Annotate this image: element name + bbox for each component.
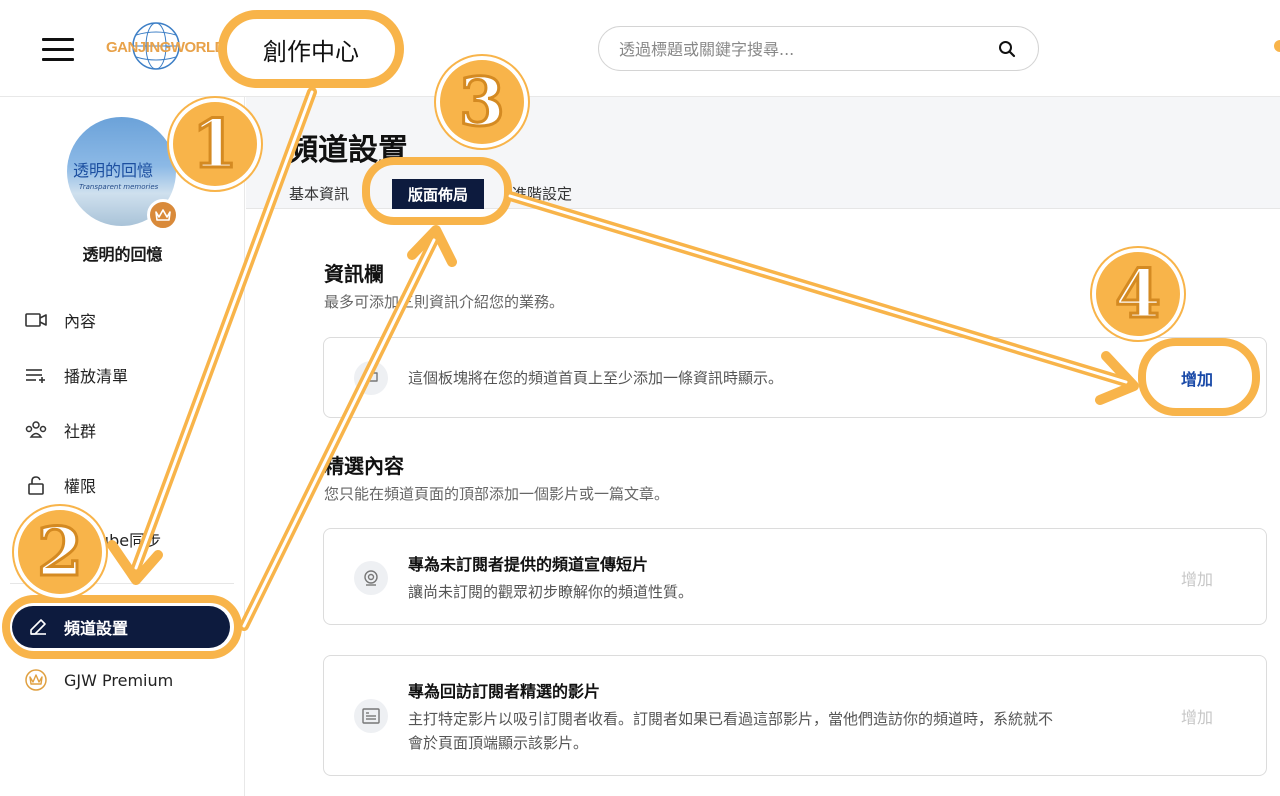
info-card-text: 這個板塊將在您的頻道首頁上至少添加一條資訊時顯示。	[408, 369, 784, 387]
site-logo[interactable]: GANJINGWORLD	[106, 22, 226, 72]
info-icon	[354, 361, 388, 395]
page-title: 頻道設置	[288, 133, 408, 168]
card-description-line1: 主打特定影片以吸引訂閱者收看。訂閱者如果已看過這部影片，當他們造訪你的頻道時，系…	[408, 710, 1054, 728]
menu-icon[interactable]	[42, 38, 74, 64]
sidebar-item-content[interactable]: 內容	[24, 300, 96, 340]
tab-advanced-settings[interactable]: 進階設定	[512, 183, 572, 204]
pencil-icon	[26, 615, 50, 639]
add-trailer-button[interactable]: 增加	[1181, 566, 1213, 590]
avatar-text: 透明的回憶	[73, 161, 154, 180]
step-badge-1: 1	[169, 98, 261, 190]
card-title: 專為未訂閱者提供的頻道宣傳短片	[408, 555, 649, 574]
sidebar-item-community[interactable]: 社群	[24, 410, 96, 450]
step-badge-4: 4	[1092, 248, 1184, 340]
sidebar: 透明的回憶 Transparent memories 透明的回憶 內容 播放清單…	[0, 97, 245, 796]
featured-section-title: 精選內容	[324, 454, 404, 478]
logo-text: GANJINGWORLD	[106, 39, 226, 56]
info-section-title: 資訊欄	[324, 262, 384, 286]
creator-center-title[interactable]: 創作中心	[218, 10, 404, 88]
webcam-icon	[354, 561, 388, 595]
step-badge-3: 3	[436, 56, 528, 148]
tab-layout[interactable]: 版面佈局	[392, 179, 484, 209]
main-content: 頻道設置 基本資訊 版面佈局 進階設定 資訊欄 最多可添加三則資訊介紹您的業務。…	[246, 97, 1280, 796]
playlist-icon	[24, 363, 48, 387]
add-featured-video-button[interactable]: 增加	[1181, 704, 1213, 728]
sidebar-item-label: 權限	[64, 477, 97, 496]
search-icon[interactable]	[998, 40, 1016, 58]
document-icon	[354, 699, 388, 733]
card-title: 專為回訪訂閱者精選的影片	[408, 682, 601, 701]
page-header: 頻道設置 基本資訊 版面佈局 進階設定	[246, 97, 1280, 225]
add-info-button[interactable]: 增加	[1181, 366, 1213, 390]
step-badge-2: 2	[14, 506, 106, 598]
crown-icon	[24, 668, 48, 692]
featured-card-trailer: 專為未訂閱者提供的頻道宣傳短片 讓尚未訂閱的觀眾初步瞭解你的頻道性質。 增加	[323, 528, 1267, 625]
tab-basic-info[interactable]: 基本資訊	[289, 183, 349, 204]
sidebar-item-label: 內容	[64, 312, 97, 331]
sidebar-item-playlists[interactable]: 播放清單	[24, 355, 128, 395]
sidebar-item-label: 社群	[64, 422, 97, 441]
top-bar: GANJINGWORLD 創作中心	[0, 0, 1280, 97]
sidebar-item-label: GJW Premium	[64, 670, 174, 690]
premium-crown-icon	[147, 199, 179, 231]
featured-card-returning: 專為回訪訂閱者精選的影片 主打特定影片以吸引訂閱者收看。訂閱者如果已看過這部影片…	[323, 655, 1267, 776]
sidebar-item-channel-settings[interactable]: 頻道設置	[12, 606, 230, 648]
avatar-subtext: Transparent memories	[79, 183, 159, 191]
lock-icon	[24, 473, 48, 497]
info-section-description: 最多可添加三則資訊介紹您的業務。	[324, 293, 565, 311]
featured-section-description: 您只能在頻道頁面的頂部添加一個影片或一篇文章。	[324, 485, 670, 503]
card-description: 讓尚未訂閱的觀眾初步瞭解你的頻道性質。	[408, 583, 694, 601]
channel-name: 透明的回憶	[82, 245, 163, 264]
video-camera-icon	[24, 308, 48, 332]
info-card: 這個板塊將在您的頻道首頁上至少添加一條資訊時顯示。 增加	[323, 337, 1267, 418]
community-icon	[24, 418, 48, 442]
search-input[interactable]	[619, 38, 979, 60]
sidebar-item-label: 頻道設置	[64, 619, 129, 638]
search-bar	[598, 26, 1039, 71]
card-description-line2: 會於頁面頂端顯示該影片。	[408, 734, 589, 752]
notification-dot	[1274, 40, 1280, 52]
sidebar-item-premium[interactable]: GJW Premium	[24, 660, 173, 700]
sidebar-item-label: 播放清單	[64, 367, 129, 386]
sidebar-item-permissions[interactable]: 權限	[24, 465, 96, 505]
